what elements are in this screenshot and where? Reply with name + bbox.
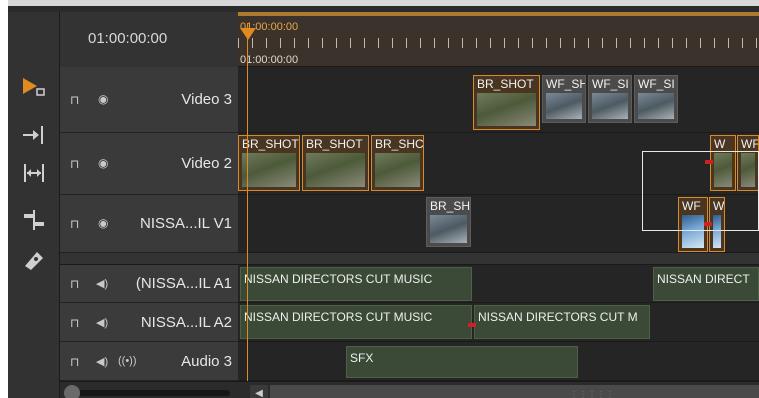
- lock-icon[interactable]: ⊓: [70, 316, 79, 330]
- waveform-icon[interactable]: ((•)): [118, 355, 137, 367]
- clip-label: WF_SI: [592, 77, 629, 91]
- clip-label: BR_SH: [430, 199, 471, 213]
- video-clip[interactable]: BR_SHOT: [473, 75, 540, 130]
- current-timecode: 01:00:00:00: [88, 30, 168, 47]
- speaker-icon[interactable]: ◀): [96, 277, 108, 290]
- video-clip[interactable]: BR_SH: [426, 197, 471, 247]
- lock-icon[interactable]: ⊓: [70, 157, 79, 171]
- clip-thumbnail: [592, 93, 628, 119]
- track-lane[interactable]: NISSAN DIRECTORS CUT MUSIC NISSAN DIRECT: [238, 265, 759, 303]
- track-header[interactable]: ⊓ ◀) ((•)) Audio 3: [60, 342, 238, 381]
- track-header[interactable]: ⊓ ◀) (NISSA...IL A1: [60, 265, 238, 303]
- timeline-panel: 01:00:00:00 01:00:00:00 01:00:00:00 ⊓ ◉ …: [8, 0, 759, 398]
- clip-label: BR_SHOT: [306, 137, 363, 151]
- rolling-edit-icon[interactable]: [18, 160, 50, 186]
- audio-clip[interactable]: NISSAN DIRECTORS CUT MUSIC: [240, 305, 472, 339]
- clip-label: BR_SHOT: [242, 137, 299, 151]
- clip-label: NISSAN DIRECTORS CUT M: [478, 310, 638, 324]
- timecode-display[interactable]: 01:00:00:00: [60, 12, 238, 67]
- track-audio-1: ⊓ ◀) (NISSA...IL A1 NISSAN DIRECTORS CUT…: [60, 265, 759, 303]
- clip-label: W: [714, 137, 726, 151]
- speaker-icon[interactable]: ◀): [96, 316, 108, 329]
- clip-label: SFX: [350, 351, 374, 365]
- audio-clip[interactable]: SFX: [346, 346, 578, 378]
- track-name: Video 2: [181, 155, 232, 172]
- ruler-work-area-bar[interactable]: [238, 12, 759, 16]
- slip-edit-icon[interactable]: [18, 207, 50, 233]
- clip-label: WF_SH: [546, 77, 586, 91]
- razor-tool-icon[interactable]: [18, 247, 50, 273]
- timeline-footer: ◀ ⋮⋮⋮⋮⋮: [60, 381, 759, 398]
- clip-thumbnail: [546, 93, 582, 119]
- ruler-ticks: [238, 38, 759, 48]
- lock-icon[interactable]: ⊓: [70, 277, 79, 291]
- track-header[interactable]: ⊓ ◉ NISSA...IL V1: [60, 195, 238, 253]
- ripple-edit-icon[interactable]: [18, 122, 50, 148]
- track-audio-3: ⊓ ◀) ((•)) Audio 3 SFX: [60, 342, 759, 381]
- clip-thumbnail: [477, 93, 536, 126]
- track-header[interactable]: ⊓ ◉ Video 2: [60, 133, 238, 195]
- eye-icon[interactable]: ◉: [98, 92, 108, 106]
- audio-clip[interactable]: NISSAN DIRECT: [653, 267, 759, 301]
- scrollbar-grip-icon: ⋮⋮⋮⋮⋮: [570, 390, 615, 398]
- video-audio-divider: [60, 253, 759, 265]
- track-lane[interactable]: BR_SHOT WF_SH WF_SI WF_SI: [238, 67, 759, 133]
- playhead-handle[interactable]: [240, 28, 256, 40]
- track-name: (NISSA...IL A1: [135, 275, 232, 292]
- clip-label: NISSAN DIRECTORS CUT MUSIC: [244, 272, 433, 286]
- eye-icon[interactable]: ◉: [98, 156, 108, 170]
- lock-icon[interactable]: ⊓: [70, 217, 79, 231]
- zoom-slider[interactable]: [70, 390, 230, 396]
- track-video-3: ⊓ ◉ Video 3 BR_SHOT WF_SH WF_SI WF_SI: [60, 67, 759, 133]
- clip-label: NISSAN DIRECTORS CUT MUSIC: [244, 310, 433, 324]
- video-clip[interactable]: BR_SHC: [371, 135, 424, 191]
- track-header[interactable]: ⊓ ◀) NISSA...IL A2: [60, 303, 238, 342]
- clip-label: NISSAN DIRECT: [657, 272, 750, 286]
- marquee-selection[interactable]: [642, 151, 759, 231]
- clip-label: BR_SHC: [375, 137, 424, 151]
- track-audio-2: ⊓ ◀) NISSA...IL A2 NISSAN DIRECTORS CUT …: [60, 303, 759, 342]
- audio-clip[interactable]: NISSAN DIRECTORS CUT MUSIC: [240, 267, 472, 301]
- clip-thumbnail: [242, 153, 296, 187]
- track-name: Audio 3: [181, 353, 232, 370]
- video-clip[interactable]: WF_SI: [634, 75, 678, 123]
- track-name: Video 3: [181, 91, 232, 108]
- video-clip[interactable]: WF_SI: [588, 75, 632, 123]
- ruler-timecode-start: 01:00:00:00: [240, 54, 299, 66]
- clip-label: WF: [741, 137, 759, 151]
- track-name: NISSA...IL V1: [140, 215, 232, 232]
- track-name: NISSA...IL A2: [140, 314, 232, 331]
- video-clip[interactable]: WF_SH: [542, 75, 586, 123]
- time-ruler[interactable]: 01:00:00:00 01:00:00:00: [238, 12, 759, 67]
- clip-thumbnail: [638, 93, 674, 119]
- horizontal-scrollbar[interactable]: ⋮⋮⋮⋮⋮: [270, 385, 759, 398]
- tool-palette: [8, 12, 60, 398]
- speaker-icon[interactable]: ◀): [96, 355, 108, 368]
- eye-icon[interactable]: ◉: [98, 216, 108, 230]
- lock-icon[interactable]: ⊓: [70, 355, 79, 369]
- clip-label: BR_SHOT: [477, 77, 534, 91]
- clip-label: WF_SI: [638, 77, 675, 91]
- lock-icon[interactable]: ⊓: [70, 93, 79, 107]
- track-lane[interactable]: NISSAN DIRECTORS CUT MUSIC NISSAN DIRECT…: [238, 303, 759, 342]
- edit-point-marker[interactable]: [468, 323, 476, 327]
- playhead-line[interactable]: [247, 23, 248, 398]
- zoom-slider-thumb[interactable]: [64, 385, 80, 398]
- scroll-left-button[interactable]: ◀: [250, 385, 268, 398]
- clip-thumbnail: [430, 215, 467, 243]
- clip-thumbnail: [375, 153, 420, 187]
- audio-clip[interactable]: NISSAN DIRECTORS CUT M: [474, 305, 650, 339]
- selection-tool-icon[interactable]: [18, 74, 50, 100]
- track-header[interactable]: ⊓ ◉ Video 3: [60, 67, 238, 133]
- video-clip[interactable]: BR_SHOT: [302, 135, 369, 191]
- clip-thumbnail: [306, 153, 365, 187]
- track-lane[interactable]: SFX: [238, 342, 759, 381]
